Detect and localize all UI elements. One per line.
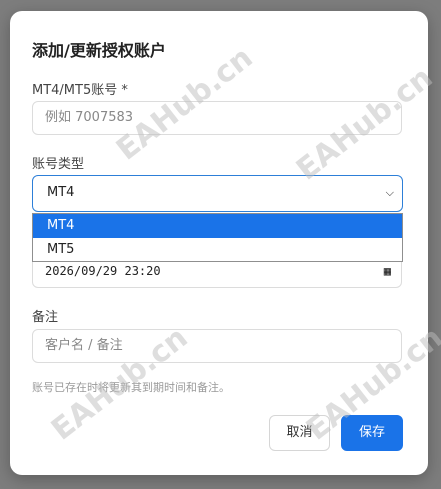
account-type-dropdown: MT4 MT5 [32, 213, 403, 262]
note-label: 备注 [32, 310, 59, 325]
note-input[interactable]: 客户名 / 备注 [32, 329, 402, 363]
save-button[interactable]: 保存 [341, 415, 403, 451]
option-mt5[interactable]: MT5 [33, 238, 402, 262]
chevron-down-icon: ⌵ [385, 186, 394, 199]
hint-text: 账号已存在时将更新其到期时间和备注。 [32, 381, 230, 394]
dialog-title: 添加/更新授权账户 [32, 41, 166, 60]
account-label: MT4/MT5账号 * [32, 83, 128, 98]
account-type-select[interactable]: MT4 ⌵ [32, 175, 403, 212]
account-type-label: 账号类型 [32, 157, 85, 172]
option-mt4[interactable]: MT4 [33, 214, 402, 238]
auth-account-dialog: 添加/更新授权账户 MT4/MT5账号 * 例如 7007583 账号类型 MT… [10, 11, 428, 475]
account-type-value: MT4 [47, 185, 75, 200]
cancel-button[interactable]: 取消 [269, 415, 330, 451]
account-input[interactable]: 例如 7007583 [32, 101, 402, 135]
expiry-value: 2026/09/29 23:20 [45, 264, 161, 278]
